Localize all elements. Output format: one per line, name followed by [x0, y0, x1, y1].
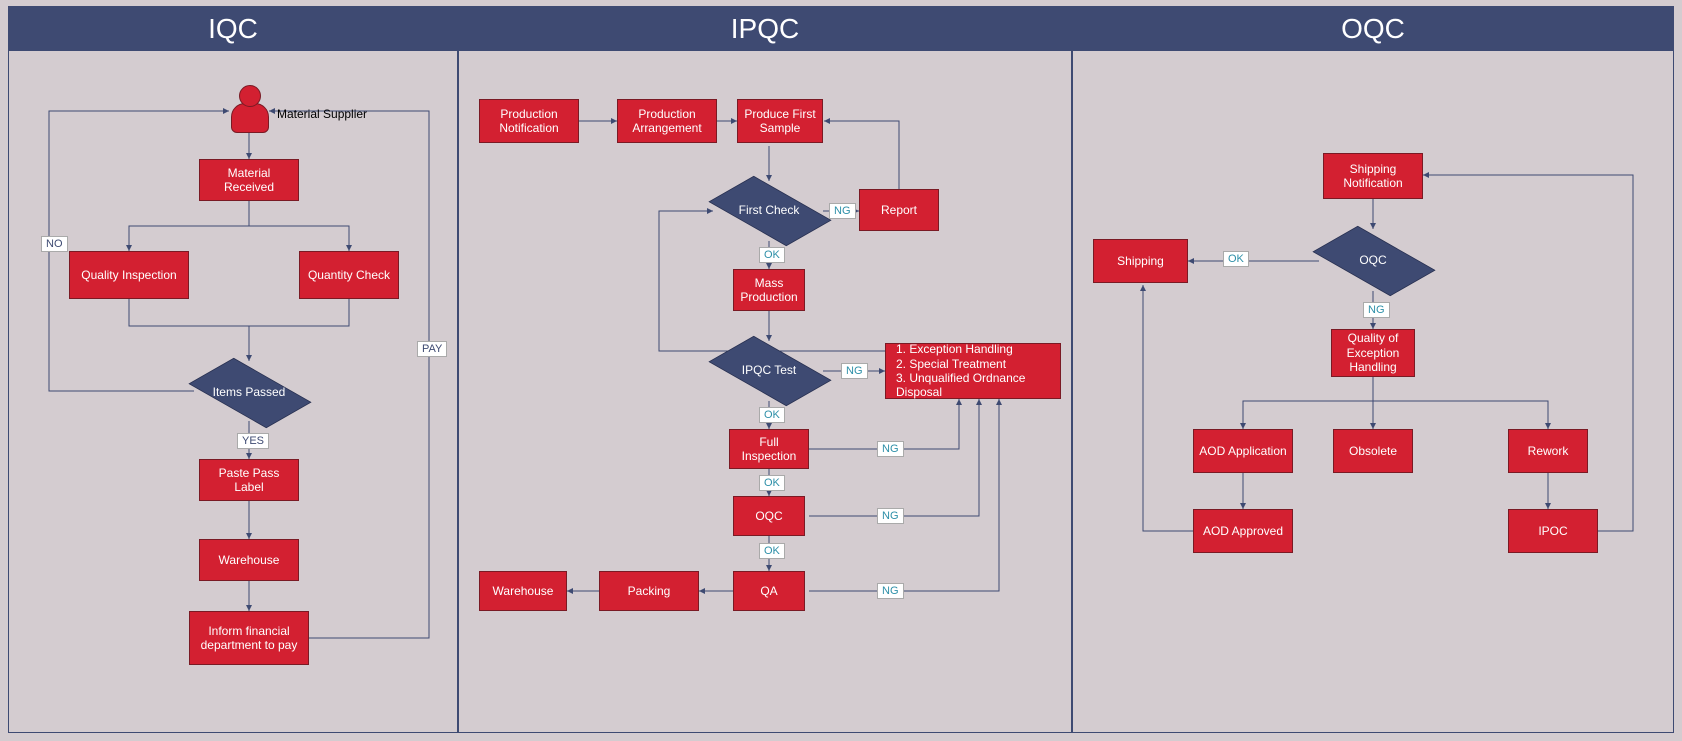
edge-ipqc-ng: NG: [841, 363, 868, 379]
decision-oqc-label: OQC: [1319, 229, 1427, 291]
edge-full-ng: NG: [877, 441, 904, 457]
box-warehouse-iqc: Warehouse: [199, 539, 299, 581]
box-material-received: Material Received: [199, 159, 299, 201]
edge-oqc-ok: OK: [1223, 251, 1249, 267]
decision-ipqc-test-label: IPQC Test: [715, 339, 823, 401]
edge-pay: PAY: [417, 341, 447, 357]
decision-items-passed-label: Items Passed: [195, 361, 303, 423]
box-aod-approved: AOD Approved: [1193, 509, 1293, 553]
box-warehouse-ipqc: Warehouse: [479, 571, 567, 611]
box-exception-handling: 1. Exception Handling 2. Special Treatme…: [885, 343, 1061, 399]
lane-iqc: IQC: [8, 6, 458, 733]
box-paste-pass-label: Paste Pass Label: [199, 459, 299, 501]
box-packing: Packing: [599, 571, 699, 611]
lane-oqc: OQC: [1072, 6, 1674, 733]
lane-oqc-body: Shipping Notification OQC Shipping Quali…: [1073, 51, 1673, 732]
diagram-root: IQC: [0, 0, 1682, 739]
edge-no: NO: [41, 236, 68, 252]
lane-iqc-title: IQC: [9, 7, 457, 51]
edge-ipqc-ok: OK: [759, 407, 785, 423]
lane-iqc-body: Material Supplier Material Received Qual…: [9, 51, 457, 732]
box-oqc-ipqc: OQC: [733, 496, 805, 536]
box-report: Report: [859, 189, 939, 231]
box-first-sample: Produce First Sample: [737, 99, 823, 143]
lane-ipqc: IPQC: [458, 6, 1072, 733]
box-inform-pay: Inform financial department to pay: [189, 611, 309, 665]
edge-oqc-ng: NG: [877, 508, 904, 524]
box-quality-inspection: Quality Inspection: [69, 251, 189, 299]
decision-first-check-label: First Check: [715, 179, 823, 241]
box-qa: QA: [733, 571, 805, 611]
box-quality-exception: Quality of Exception Handling: [1331, 329, 1415, 377]
edge-qa-ng: NG: [877, 583, 904, 599]
box-shipping: Shipping: [1093, 239, 1188, 283]
lane-oqc-title: OQC: [1073, 7, 1673, 51]
box-aod-application: AOD Application: [1193, 429, 1293, 473]
lane-ipqc-title: IPQC: [459, 7, 1071, 51]
box-obsolete: Obsolete: [1333, 429, 1413, 473]
person-icon: [231, 85, 267, 131]
lane-ipqc-body: Production Notification Production Arran…: [459, 51, 1071, 732]
box-ipoc: IPOC: [1508, 509, 1598, 553]
box-production-notification: Production Notification: [479, 99, 579, 143]
edge-firstcheck-ok: OK: [759, 247, 785, 263]
box-rework: Rework: [1508, 429, 1588, 473]
edge-firstcheck-ng: NG: [829, 203, 856, 219]
edge-yes: YES: [237, 433, 269, 449]
box-shipping-notification: Shipping Notification: [1323, 153, 1423, 199]
box-production-arrangement: Production Arrangement: [617, 99, 717, 143]
box-full-inspection: Full Inspection: [729, 429, 809, 469]
edge-oqc-ok: OK: [759, 543, 785, 559]
edge-full-ok: OK: [759, 475, 785, 491]
edge-oqc-ng: NG: [1363, 302, 1390, 318]
supplier-caption: Material Supplier: [277, 107, 367, 121]
box-quantity-check: Quantity Check: [299, 251, 399, 299]
box-mass-production: Mass Production: [733, 269, 805, 311]
